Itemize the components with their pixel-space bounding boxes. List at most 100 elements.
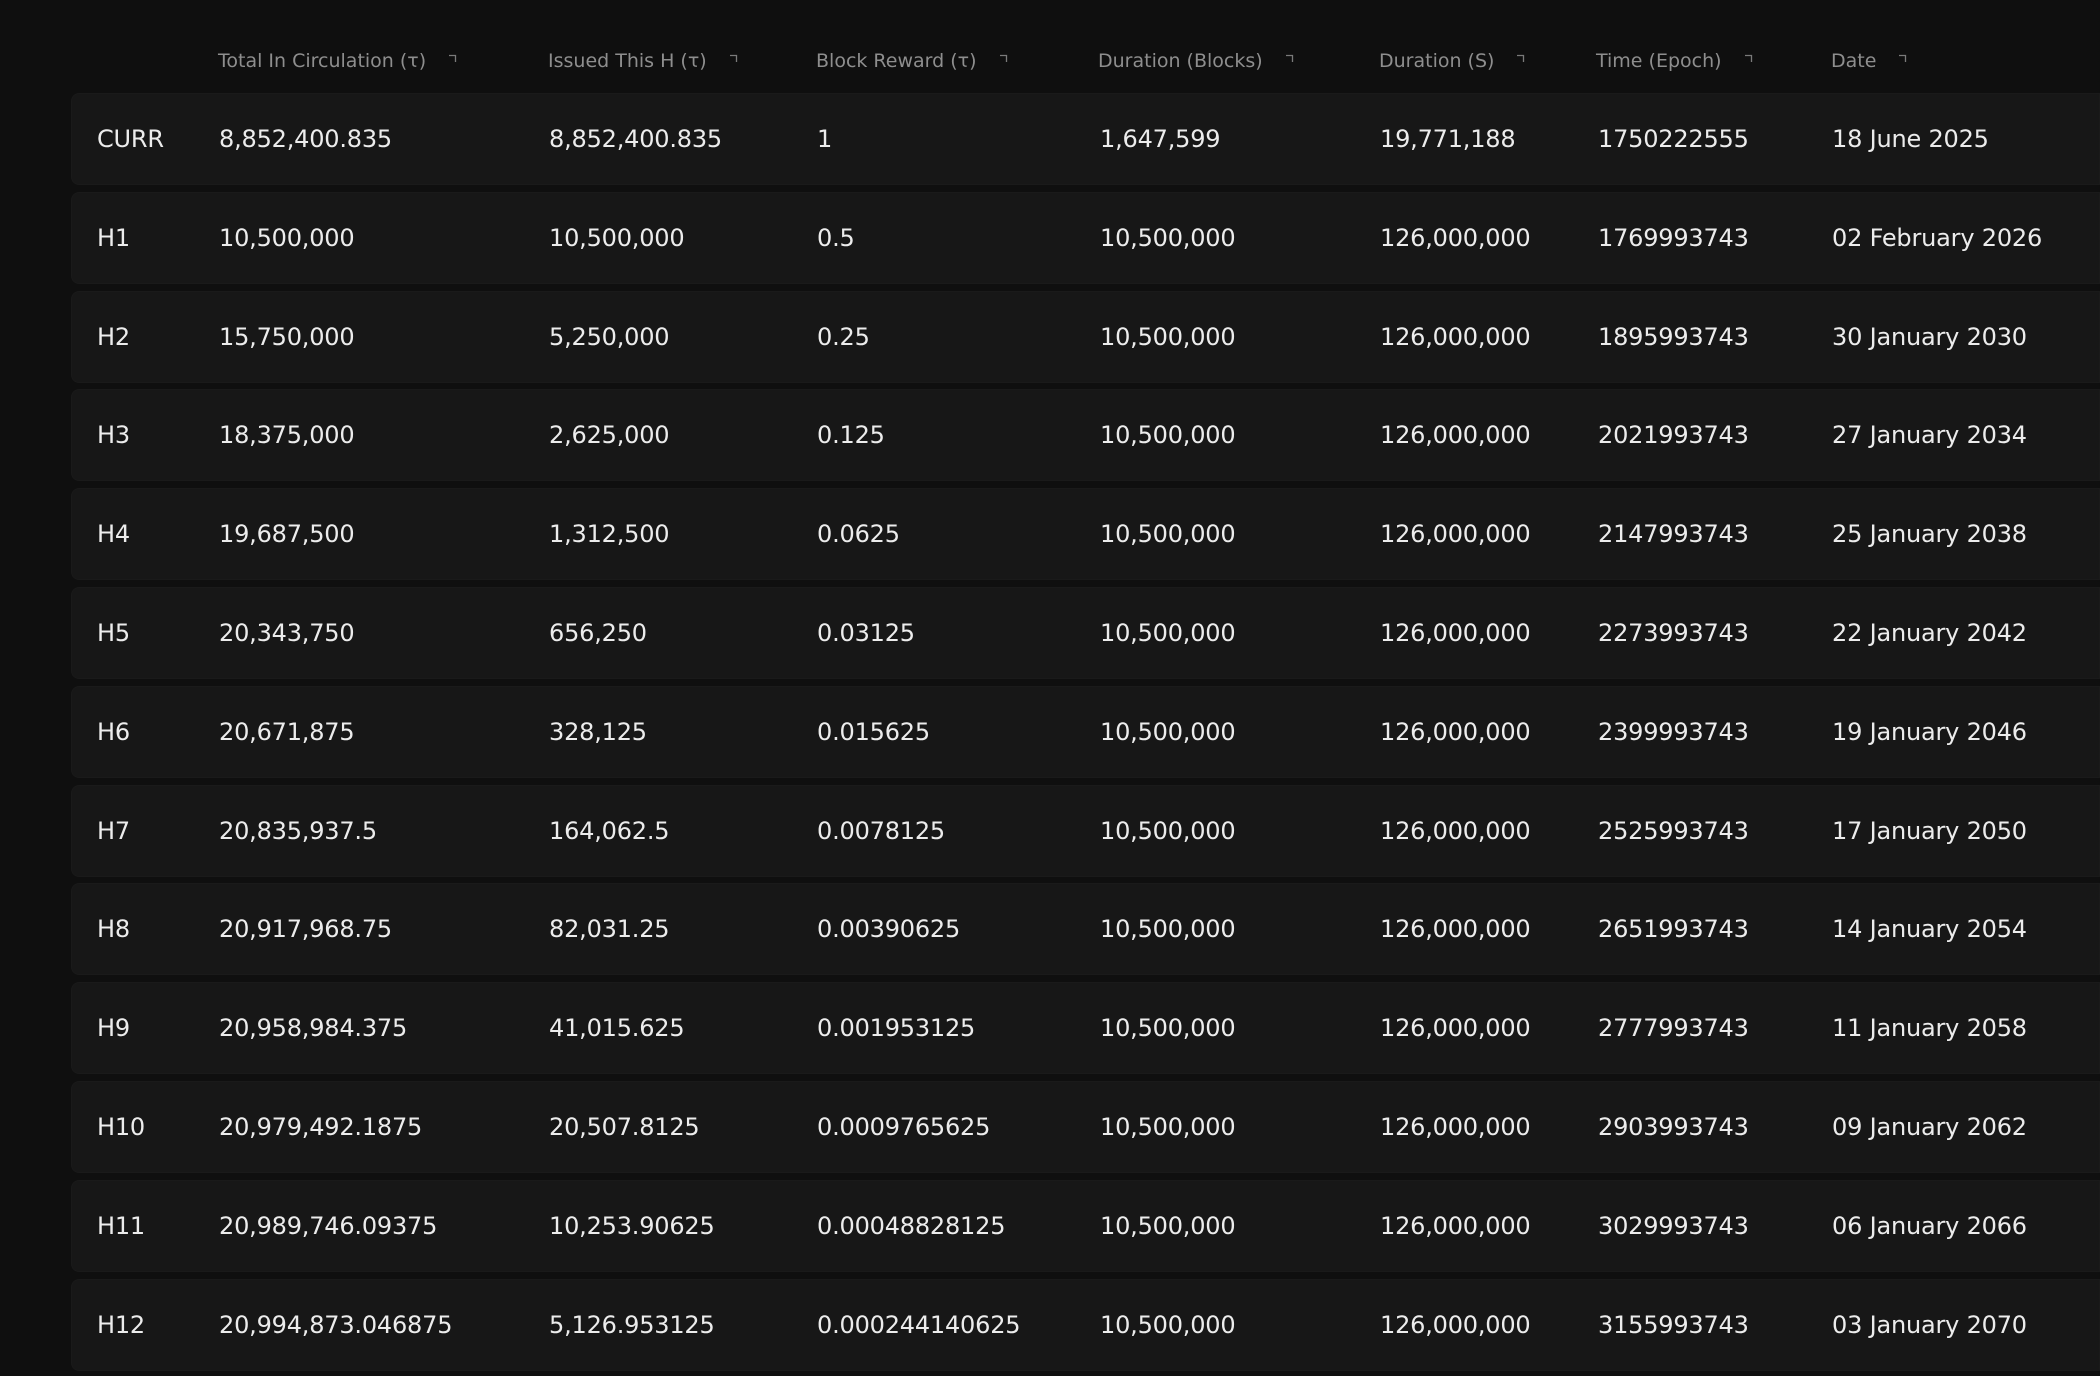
cell-issued-this-h: 1,312,500 bbox=[549, 520, 670, 549]
cell-time-epoch: 2903993743 bbox=[1598, 1112, 1749, 1141]
column-header-duration-blocks[interactable]: Duration (Blocks) bbox=[1098, 50, 1294, 72]
cell-issued-this-h: 10,500,000 bbox=[549, 223, 685, 252]
cell-date: 03 January 2070 bbox=[1832, 1310, 2027, 1339]
cell-date: 02 February 2026 bbox=[1832, 223, 2043, 252]
cell-block-reward: 0.5 bbox=[817, 223, 855, 252]
cell-date: 06 January 2066 bbox=[1832, 1211, 2027, 1240]
cell-duration-seconds: 126,000,000 bbox=[1380, 618, 1531, 647]
cell-issued-this-h: 164,062.5 bbox=[549, 816, 670, 845]
cell-row-label: H7 bbox=[97, 816, 130, 845]
table-header: Total In Circulation (τ) Issued This H (τ… bbox=[0, 0, 2100, 92]
column-header-label: Block Reward (τ) bbox=[816, 50, 977, 72]
cell-issued-this-h: 41,015.625 bbox=[549, 1014, 685, 1043]
column-header-total-in-circulation[interactable]: Total In Circulation (τ) bbox=[218, 50, 457, 72]
cell-time-epoch: 3029993743 bbox=[1598, 1211, 1749, 1240]
cell-row-label: H4 bbox=[97, 520, 130, 549]
cell-time-epoch: 2777993743 bbox=[1598, 1014, 1749, 1043]
cell-total-in-circulation: 15,750,000 bbox=[219, 322, 355, 351]
halving-table-page: Total In Circulation (τ) Issued This H (τ… bbox=[0, 0, 2100, 1376]
cell-time-epoch: 2147993743 bbox=[1598, 520, 1749, 549]
cell-duration-seconds: 126,000,000 bbox=[1380, 1211, 1531, 1240]
table-row: H10 20,979,492.1875 20,507.8125 0.000976562… bbox=[71, 1080, 2100, 1173]
column-header-block-reward[interactable]: Block Reward (τ) bbox=[816, 50, 1008, 72]
sort-icon[interactable] bbox=[1285, 54, 1294, 63]
sort-icon[interactable] bbox=[1744, 54, 1753, 63]
cell-issued-this-h: 5,250,000 bbox=[549, 322, 670, 351]
cell-time-epoch: 2651993743 bbox=[1598, 915, 1749, 944]
cell-total-in-circulation: 20,994,873.046875 bbox=[219, 1310, 453, 1339]
table-row: H4 19,687,500 1,312,500 0.0625 10,500,000 126… bbox=[71, 488, 2100, 581]
cell-issued-this-h: 5,126.953125 bbox=[549, 1310, 715, 1339]
cell-duration-seconds: 126,000,000 bbox=[1380, 1014, 1531, 1043]
cell-block-reward: 1 bbox=[817, 125, 833, 153]
column-header-time-epoch[interactable]: Time (Epoch) bbox=[1596, 50, 1753, 72]
cell-issued-this-h: 20,507.8125 bbox=[549, 1112, 700, 1141]
cell-row-label: H1 bbox=[97, 223, 130, 252]
cell-issued-this-h: 10,253.90625 bbox=[549, 1211, 715, 1240]
cell-time-epoch: 1769993743 bbox=[1598, 223, 1749, 252]
cell-row-label: H2 bbox=[97, 322, 130, 351]
cell-issued-this-h: 328,125 bbox=[549, 717, 647, 746]
cell-date: 14 January 2054 bbox=[1832, 915, 2027, 944]
cell-block-reward: 0.000244140625 bbox=[817, 1310, 1021, 1339]
column-header-label: Date bbox=[1831, 50, 1877, 72]
cell-duration-blocks: 10,500,000 bbox=[1100, 322, 1236, 351]
cell-block-reward: 0.00390625 bbox=[817, 915, 961, 944]
sort-icon[interactable] bbox=[1516, 54, 1525, 63]
cell-duration-blocks: 10,500,000 bbox=[1100, 816, 1236, 845]
cell-date: 30 January 2030 bbox=[1832, 322, 2027, 351]
table-row: H5 20,343,750 656,250 0.03125 10,500,000 126,… bbox=[71, 586, 2100, 679]
cell-duration-blocks: 1,647,599 bbox=[1100, 125, 1221, 153]
cell-block-reward: 0.00048828125 bbox=[817, 1211, 1006, 1240]
cell-date: 27 January 2034 bbox=[1832, 421, 2027, 450]
sort-icon[interactable] bbox=[1898, 54, 1907, 63]
column-header-issued-this-h[interactable]: Issued This H (τ) bbox=[548, 50, 738, 72]
table-row: H12 20,994,873.046875 5,126.953125 0.000244… bbox=[71, 1278, 2100, 1371]
table-row: H1 10,500,000 10,500,000 0.5 10,500,000 126,0… bbox=[71, 191, 2100, 284]
cell-duration-seconds: 126,000,000 bbox=[1380, 915, 1531, 944]
cell-block-reward: 0.125 bbox=[817, 421, 885, 450]
column-header-label: Time (Epoch) bbox=[1596, 50, 1722, 72]
column-header-label: Duration (S) bbox=[1379, 50, 1495, 72]
cell-issued-this-h: 2,625,000 bbox=[549, 421, 670, 450]
cell-block-reward: 0.03125 bbox=[817, 618, 915, 647]
column-header-duration-seconds[interactable]: Duration (S) bbox=[1379, 50, 1525, 72]
cell-total-in-circulation: 20,343,750 bbox=[219, 618, 355, 647]
cell-block-reward: 0.0078125 bbox=[817, 816, 945, 845]
cell-duration-seconds: 126,000,000 bbox=[1380, 1310, 1531, 1339]
sort-icon[interactable] bbox=[729, 54, 738, 63]
cell-row-label: H9 bbox=[97, 1014, 130, 1043]
cell-duration-seconds: 126,000,000 bbox=[1380, 1112, 1531, 1141]
sort-icon[interactable] bbox=[999, 54, 1008, 63]
table-row: H11 20,989,746.09375 10,253.90625 0.0004882… bbox=[71, 1179, 2100, 1272]
sort-icon[interactable] bbox=[448, 54, 457, 63]
cell-date: 25 January 2038 bbox=[1832, 520, 2027, 549]
cell-date: 19 January 2046 bbox=[1832, 717, 2027, 746]
cell-duration-seconds: 126,000,000 bbox=[1380, 421, 1531, 450]
cell-total-in-circulation: 20,958,984.375 bbox=[219, 1014, 408, 1043]
table-row: H9 20,958,984.375 41,015.625 0.001953125 10,… bbox=[71, 982, 2100, 1075]
cell-duration-blocks: 10,500,000 bbox=[1100, 223, 1236, 252]
cell-row-label: H5 bbox=[97, 618, 130, 647]
cell-duration-seconds: 126,000,000 bbox=[1380, 816, 1531, 845]
cell-duration-seconds: 126,000,000 bbox=[1380, 223, 1531, 252]
cell-row-label: H10 bbox=[97, 1112, 145, 1141]
table-row: H6 20,671,875 328,125 0.015625 10,500,000 126… bbox=[71, 685, 2100, 778]
cell-total-in-circulation: 10,500,000 bbox=[219, 223, 355, 252]
cell-total-in-circulation: 20,917,968.75 bbox=[219, 915, 392, 944]
cell-time-epoch: 2525993743 bbox=[1598, 816, 1749, 845]
cell-date: 09 January 2062 bbox=[1832, 1112, 2027, 1141]
table-row: H8 20,917,968.75 82,031.25 0.00390625 10,500… bbox=[71, 883, 2100, 976]
cell-block-reward: 0.0625 bbox=[817, 520, 900, 549]
cell-issued-this-h: 82,031.25 bbox=[549, 915, 670, 944]
cell-time-epoch: 1895993743 bbox=[1598, 322, 1749, 351]
cell-block-reward: 0.0009765625 bbox=[817, 1112, 991, 1141]
cell-block-reward: 0.001953125 bbox=[817, 1014, 976, 1043]
column-header-date[interactable]: Date bbox=[1831, 50, 1907, 72]
cell-time-epoch: 2399993743 bbox=[1598, 717, 1749, 746]
table-row: CURR 8,852,400.835 8,852,400.835 1 1,647,599… bbox=[71, 93, 2100, 185]
cell-row-label: H11 bbox=[97, 1211, 145, 1240]
cell-block-reward: 0.015625 bbox=[817, 717, 930, 746]
cell-total-in-circulation: 20,979,492.1875 bbox=[219, 1112, 423, 1141]
cell-duration-seconds: 126,000,000 bbox=[1380, 520, 1531, 549]
